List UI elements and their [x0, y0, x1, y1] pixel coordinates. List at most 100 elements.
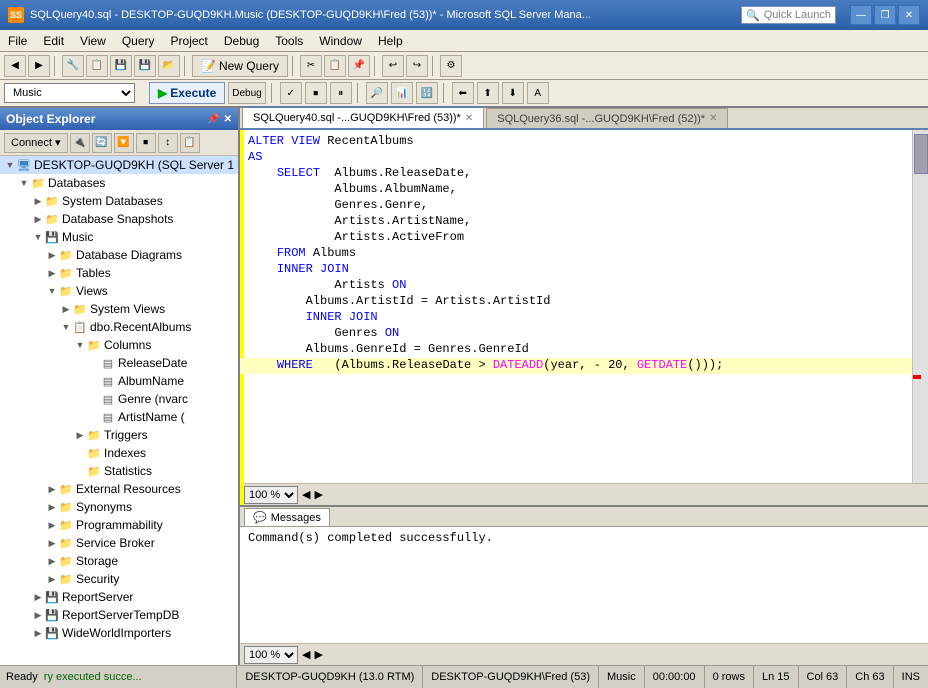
tree-item[interactable]: ▶📁Security — [0, 570, 238, 588]
debug-button[interactable]: Debug — [228, 82, 265, 104]
tree-item[interactable]: ▶📁System Views — [0, 300, 238, 318]
toolbar-btn-1[interactable]: 🔧 — [62, 55, 84, 77]
close-button[interactable]: ✕ — [898, 5, 920, 25]
tree-expand-icon[interactable]: ▶ — [46, 555, 58, 567]
editor-content[interactable]: ALTER VIEW RecentAlbumsAS SELECT Albums.… — [240, 130, 928, 483]
results-zoom-select[interactable]: 100 % — [244, 646, 298, 664]
menu-help[interactable]: Help — [370, 32, 411, 50]
tree-item[interactable]: ▶💾ReportServer — [0, 588, 238, 606]
tree-expand-icon[interactable]: ▶ — [46, 519, 58, 531]
tree-expand-icon[interactable]: ▶ — [46, 501, 58, 513]
toolbar-btn-7[interactable]: 📋 — [324, 55, 346, 77]
tree-expand-icon[interactable]: ▶ — [32, 195, 44, 207]
tree-item[interactable]: ▼📁Columns — [0, 336, 238, 354]
tree-item[interactable]: ▶📁System Databases — [0, 192, 238, 210]
execute-button[interactable]: ▶ Execute — [149, 82, 225, 104]
new-query-button[interactable]: 📝 New Query — [192, 55, 288, 77]
sql-btn-10[interactable]: A — [527, 82, 549, 104]
scroll-thumb[interactable] — [914, 134, 928, 174]
tree-expand-icon[interactable]: ▶ — [60, 303, 72, 315]
tree-item[interactable]: ▶📁Service Broker — [0, 534, 238, 552]
tree-expand-icon[interactable]: ▶ — [46, 249, 58, 261]
redo-button[interactable]: ↪ — [406, 55, 428, 77]
tree-item[interactable]: ▤AlbumName — [0, 372, 238, 390]
results-zoom-right[interactable]: ▶ — [314, 648, 322, 661]
minimize-button[interactable]: — — [850, 5, 872, 25]
editor-tab-0[interactable]: SQLQuery40.sql -...GUQD9KH\Fred (53))*✕ — [242, 106, 484, 128]
results-scroll-area[interactable]: Command(s) completed successfully. — [240, 527, 928, 643]
tree-item[interactable]: 📁Indexes — [0, 444, 238, 462]
oe-stop-btn[interactable]: ⏹ — [136, 133, 156, 153]
menu-window[interactable]: Window — [311, 32, 370, 50]
zoom-slider[interactable]: ▶ — [314, 488, 322, 501]
tree-expand-icon[interactable]: ▶ — [46, 537, 58, 549]
oe-close-icon[interactable]: ✕ — [224, 114, 232, 125]
connect-button[interactable]: Connect ▾ — [4, 133, 68, 153]
tree-expand-icon[interactable]: ▶ — [74, 429, 86, 441]
oe-filter-btn[interactable]: 🔽 — [114, 133, 134, 153]
toolbar-btn-6[interactable]: ✂ — [300, 55, 322, 77]
sql-btn-4[interactable]: 🔎 — [366, 82, 388, 104]
tree-expand-icon[interactable]: ▼ — [32, 231, 44, 243]
tree-expand-icon[interactable]: ▶ — [46, 483, 58, 495]
tree-expand-icon[interactable]: ▼ — [60, 321, 72, 333]
tree-item[interactable]: 📁Statistics — [0, 462, 238, 480]
oe-pin-icon[interactable]: 📌 — [207, 114, 219, 125]
tree-item[interactable]: ▶📁Tables — [0, 264, 238, 282]
tree-expand-icon[interactable]: ▶ — [32, 609, 44, 621]
sql-btn-3[interactable]: ⏸ — [330, 82, 352, 104]
tree-item[interactable]: ▤ArtistName ( — [0, 408, 238, 426]
sql-btn-8[interactable]: ⬆ — [477, 82, 499, 104]
toolbar-btn-5[interactable]: 📂 — [158, 55, 180, 77]
sql-btn-5[interactable]: 📊 — [391, 82, 413, 104]
sql-btn-1[interactable]: ✓ — [280, 82, 302, 104]
editor-scrollbar[interactable] — [912, 130, 928, 483]
menu-project[interactable]: Project — [163, 32, 216, 50]
oe-disconnect-btn[interactable]: 🔌 — [70, 133, 90, 153]
tree-expand-icon[interactable]: ▼ — [18, 177, 30, 189]
toolbar-btn-9[interactable]: ⚙ — [440, 55, 462, 77]
tree-expand-icon[interactable]: ▶ — [46, 267, 58, 279]
tree-item[interactable]: ▶📁Database Snapshots — [0, 210, 238, 228]
oe-refresh-btn[interactable]: 🔄 — [92, 133, 112, 153]
oe-expand-btn[interactable]: ↕ — [158, 133, 178, 153]
tree-expand-icon[interactable] — [88, 411, 100, 423]
menu-file[interactable]: File — [0, 32, 35, 50]
tree-item[interactable]: ▶📁Database Diagrams — [0, 246, 238, 264]
editor-zoom-select[interactable]: 100 % 75 % 125 % — [244, 486, 298, 504]
editor-tab-1[interactable]: SQLQuery36.sql -...GUQD9KH\Fred (52))*✕ — [486, 108, 728, 128]
tree-item[interactable]: ▼📁Views — [0, 282, 238, 300]
oe-summary-btn[interactable]: 📋 — [180, 133, 200, 153]
tree-item[interactable]: ▶📁External Resources — [0, 480, 238, 498]
sql-btn-7[interactable]: ⬅ — [452, 82, 474, 104]
forward-button[interactable]: ▶ — [28, 55, 50, 77]
database-select[interactable]: Music master ReportServer WideWorldImpor… — [4, 83, 135, 103]
tree-item[interactable]: ▶💾WideWorldImporters — [0, 624, 238, 642]
undo-button[interactable]: ↩ — [382, 55, 404, 77]
tree-expand-icon[interactable]: ▶ — [32, 213, 44, 225]
tree-item[interactable]: ▤Genre (nvarc — [0, 390, 238, 408]
menu-query[interactable]: Query — [114, 32, 163, 50]
tree-item[interactable]: ▼📁Databases — [0, 174, 238, 192]
tree-item[interactable]: ▶📁Storage — [0, 552, 238, 570]
tree-expand-icon[interactable]: ▼ — [4, 159, 16, 171]
tree-expand-icon[interactable] — [88, 375, 100, 387]
tree-expand-icon[interactable] — [74, 465, 86, 477]
editor-scroll[interactable]: ALTER VIEW RecentAlbumsAS SELECT Albums.… — [240, 130, 928, 483]
tree-item[interactable]: ▼📋dbo.RecentAlbums — [0, 318, 238, 336]
toolbar-btn-3[interactable]: 💾 — [110, 55, 132, 77]
tree-expand-icon[interactable]: ▶ — [32, 627, 44, 639]
tree-item[interactable]: ▶💾ReportServerTempDB — [0, 606, 238, 624]
tab-close-icon[interactable]: ✕ — [709, 113, 717, 124]
menu-tools[interactable]: Tools — [267, 32, 311, 50]
tree-item[interactable]: ▶📁Programmability — [0, 516, 238, 534]
tree-expand-icon[interactable]: ▼ — [74, 339, 86, 351]
results-tab-messages[interactable]: 💬 Messages — [244, 508, 330, 526]
tree-expand-icon[interactable]: ▼ — [46, 285, 58, 297]
tree-expand-icon[interactable] — [88, 393, 100, 405]
back-button[interactable]: ◀ — [4, 55, 26, 77]
sql-btn-2[interactable]: ⏹ — [305, 82, 327, 104]
quick-launch-box[interactable]: 🔍 Quick Launch — [741, 6, 836, 24]
tree-item[interactable]: ▶📁Triggers — [0, 426, 238, 444]
editor-pane[interactable]: ALTER VIEW RecentAlbumsAS SELECT Albums.… — [240, 130, 928, 505]
